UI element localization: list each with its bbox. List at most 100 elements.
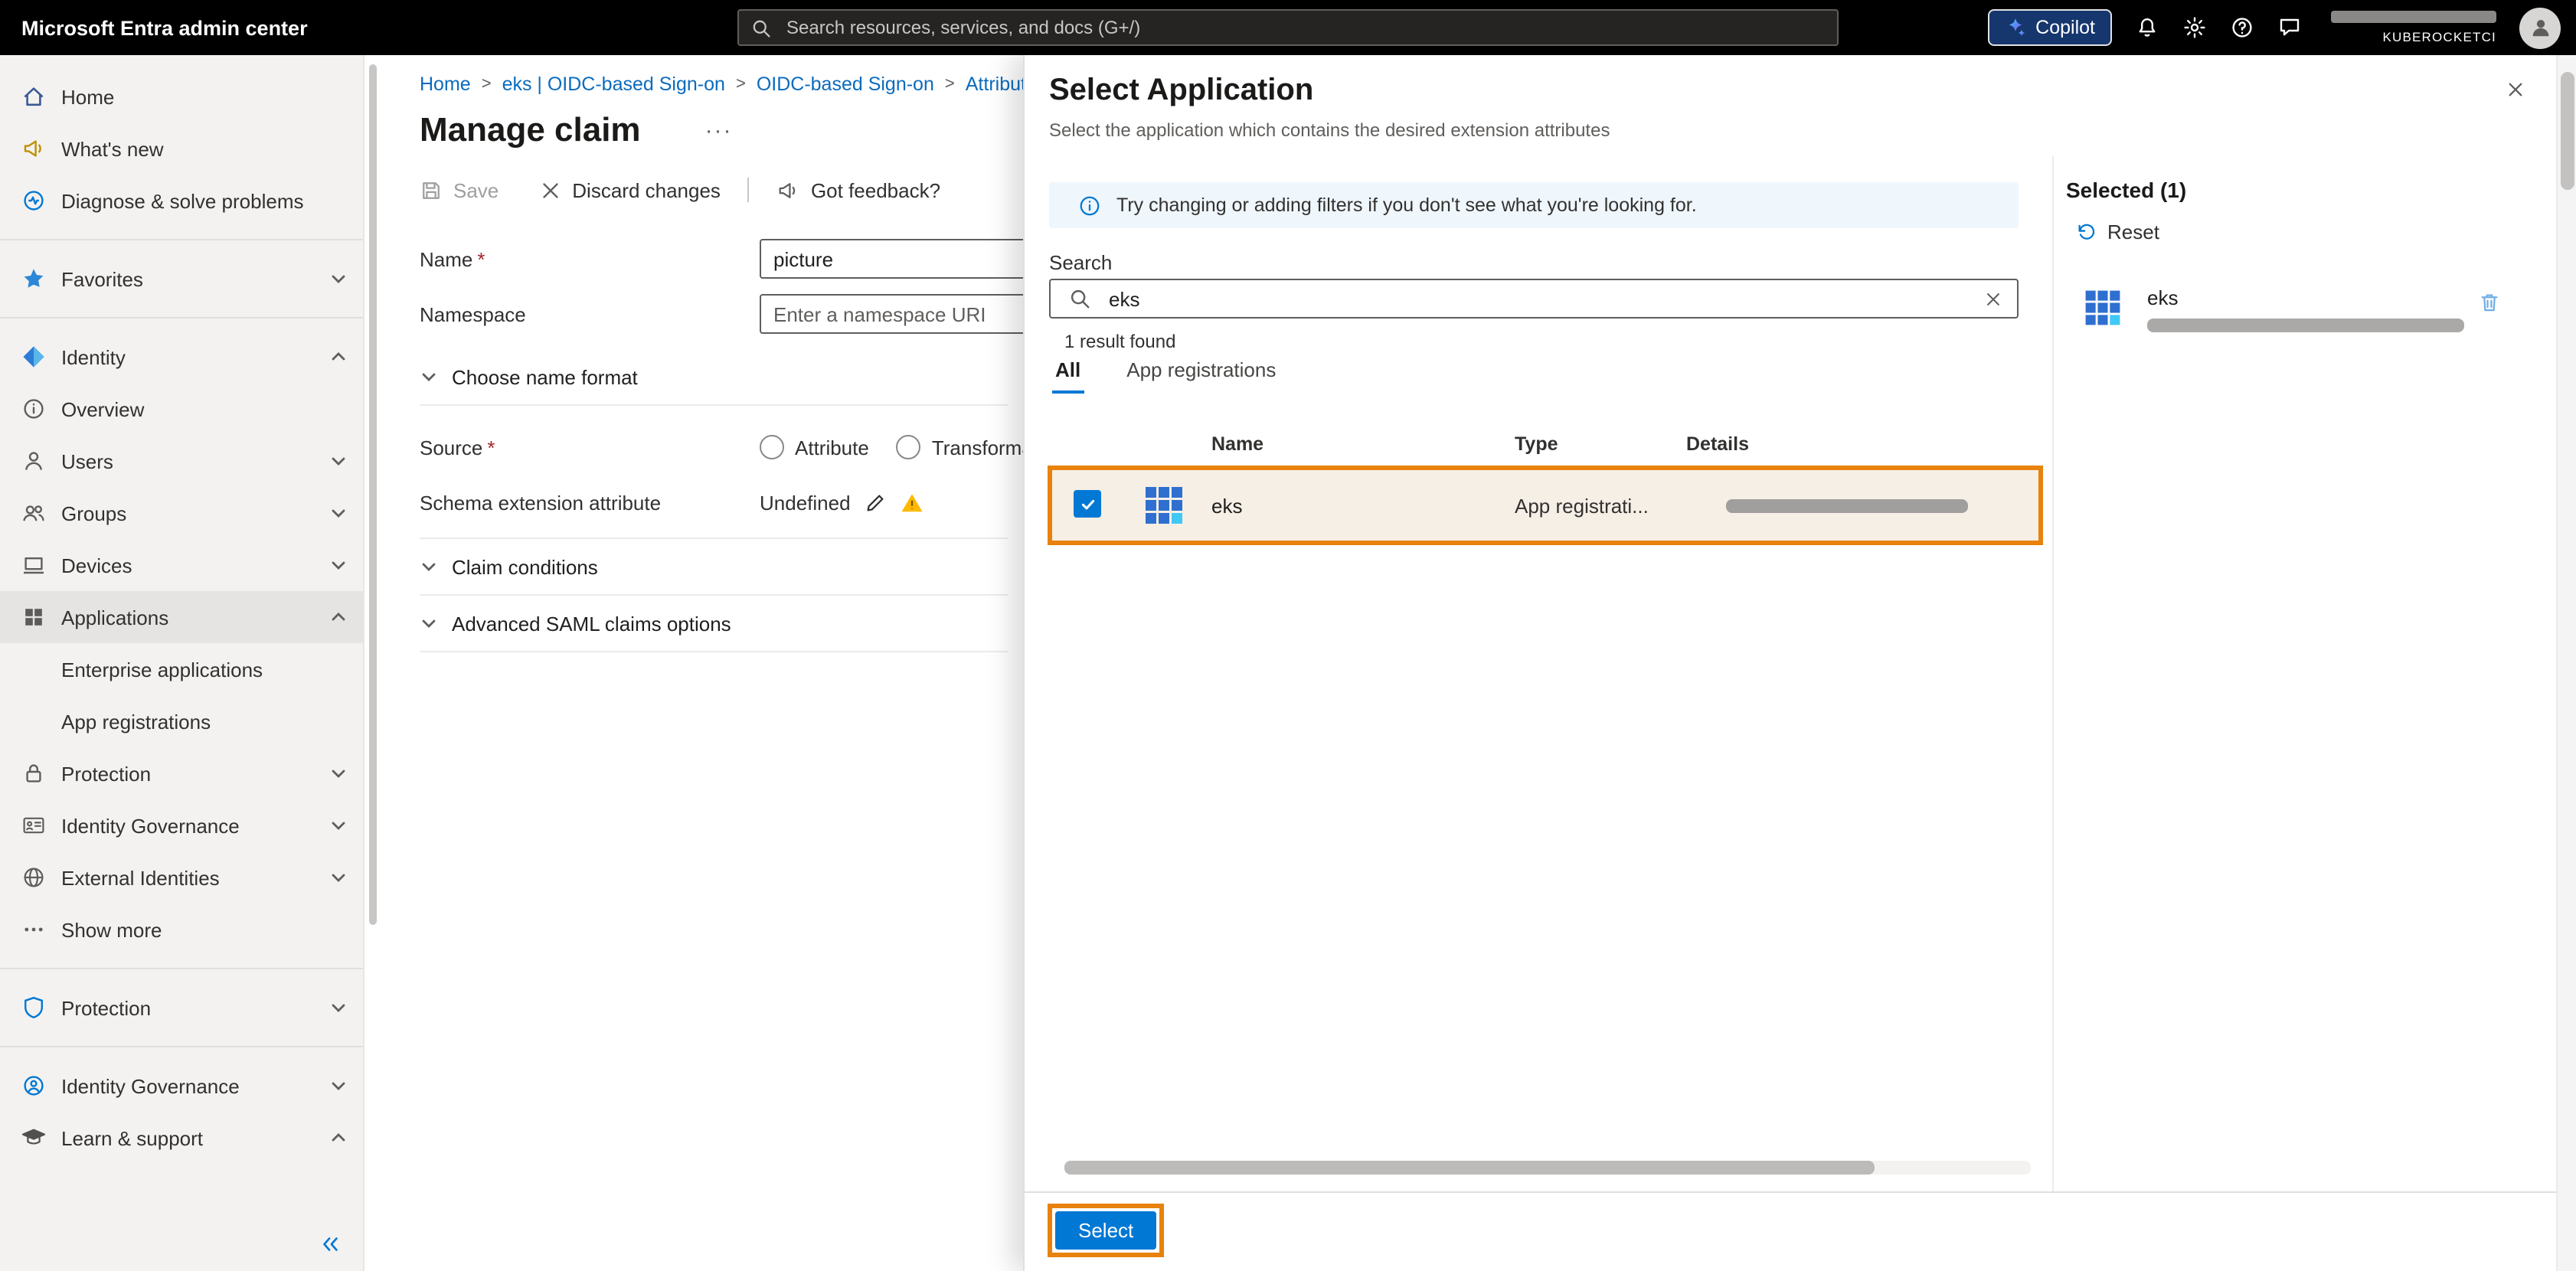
sidebar-item-label: Overview [61,397,145,420]
chevron-down-icon [329,452,348,470]
sidebar-item-devices[interactable]: Devices [0,539,363,591]
page-scrollbar[interactable] [2556,55,2576,1271]
divider [0,968,363,969]
app-title[interactable]: Microsoft Entra admin center [21,0,308,55]
select-button[interactable]: Select [1055,1211,1157,1250]
table-row[interactable]: eks App registrati... [1052,470,2038,541]
bell-icon [2139,18,2156,37]
chevron-up-icon [329,608,348,626]
more-dots-icon [21,917,46,942]
clear-search-button[interactable] [1970,290,2017,307]
notifications-button[interactable] [2135,15,2159,40]
breadcrumb-separator: > [735,75,746,93]
settings-button[interactable] [2182,15,2207,40]
sidebar-item-whats-new[interactable]: What's new [0,123,363,175]
identity-icon [21,345,46,369]
dismiss-icon [542,182,557,198]
choose-name-format-section[interactable]: Choose name format [420,349,1008,404]
chevron-down-icon [422,563,436,571]
sidebar-item-applications[interactable]: Applications [0,591,363,643]
tab-all[interactable]: All [1052,358,1084,394]
sidebar-item-learn-support[interactable]: Learn & support [0,1112,363,1164]
table-header: Name Type Details [1049,433,2045,461]
advanced-saml-options-section[interactable]: Advanced SAML claims options [420,596,1008,651]
edit-pencil-icon[interactable] [865,491,888,514]
sidebar-item-protection-2[interactable]: Protection [0,982,363,1034]
result-count: 1 result found [1064,331,1176,352]
app-icon [2081,286,2124,329]
scrollbar-thumb[interactable] [369,64,377,925]
sidebar-item-groups[interactable]: Groups [0,487,363,539]
sidebar-item-home[interactable]: Home [0,70,363,123]
sidebar-item-protection[interactable]: Protection [0,747,363,799]
column-header-type: Type [1515,433,1558,455]
application-search-box[interactable] [1049,279,2019,319]
sidebar-item-diagnose[interactable]: Diagnose & solve problems [0,175,363,227]
more-options-button[interactable]: ··· [705,117,733,143]
sidebar-item-external-identities[interactable]: External Identities [0,851,363,903]
copilot-button[interactable]: Copilot [1988,9,2112,46]
close-panel-button[interactable] [2502,77,2529,103]
divider [420,651,1008,652]
sidebar-item-label: Devices [61,554,132,577]
sidebar-item-identity-governance[interactable]: Identity Governance [0,799,363,851]
chevron-down-icon [329,1077,348,1095]
highlight-annotation: Select [1048,1204,1165,1257]
horizontal-scrollbar[interactable] [1064,1161,2031,1175]
id-card-icon [21,813,46,838]
sidebar-item-favorites[interactable]: Favorites [0,253,363,305]
row-checkbox[interactable] [1074,490,1101,518]
sidebar-item-app-registrations[interactable]: App registrations [0,695,363,747]
breadcrumb-eks-oidc[interactable]: eks | OIDC-based Sign-on [502,74,725,95]
globe-icon [21,865,46,890]
chevron-up-icon [329,348,348,366]
warning-icon [902,493,924,511]
save-button[interactable]: Save [420,178,499,201]
breadcrumb-oidc-signon[interactable]: OIDC-based Sign-on [757,74,934,95]
scrollbar-thumb[interactable] [1064,1161,1875,1175]
account-tenant-name: KUBEROCKETCI [2382,29,2496,44]
feedback-button[interactable] [2277,15,2302,40]
schema-extension-label: Schema extension attribute [420,491,662,514]
discard-label: Discard changes [572,178,721,201]
sidebar-item-identity[interactable]: Identity [0,331,363,383]
breadcrumb-home[interactable]: Home [420,74,471,95]
sidebar-item-label: Identity Governance [61,814,240,837]
column-header-details: Details [1686,433,1749,455]
divider [420,404,1008,406]
application-search-input[interactable] [1106,286,1970,312]
panel-footer: Select [1025,1191,2556,1271]
claim-conditions-section[interactable]: Claim conditions [420,539,1008,594]
divider [0,239,363,240]
divider [0,317,363,319]
avatar[interactable] [2519,7,2561,48]
sidebar-item-show-more[interactable]: Show more [0,903,363,956]
sidebar-scrollbar[interactable] [369,64,377,925]
save-icon [423,181,440,198]
chevron-down-icon [329,868,348,887]
scrollbar-thumb[interactable] [2561,72,2574,190]
remove-selected-button[interactable] [2478,291,2501,314]
sidebar-item-users[interactable]: Users [0,435,363,487]
global-search-input[interactable] [783,15,1825,40]
help-button[interactable] [2230,15,2254,40]
account-info[interactable]: KUBEROCKETCI [2331,11,2496,44]
sidebar-item-overview[interactable]: Overview [0,383,363,435]
whats-new-icon [21,136,46,161]
row-details-redacted [1726,499,1968,513]
sidebar-collapse-button[interactable] [315,1230,345,1259]
sidebar-item-identity-governance-2[interactable]: Identity Governance [0,1060,363,1112]
got-feedback-button[interactable]: Got feedback? [777,178,940,201]
sidebar-item-enterprise-applications[interactable]: Enterprise applications [0,643,363,695]
tab-app-registrations[interactable]: App registrations [1123,358,1279,394]
source-attribute-label: Attribute [795,436,869,459]
chevron-down-icon [329,998,348,1017]
reset-button[interactable]: Reset [2075,221,2533,243]
account-redacted-text [2331,11,2496,23]
graduation-cap-icon [21,1126,46,1150]
global-search[interactable] [737,9,1839,46]
discard-changes-button[interactable]: Discard changes [538,178,721,201]
source-attribute-radio[interactable] [760,435,784,459]
help-icon [2232,18,2252,38]
source-transformation-radio[interactable] [896,435,921,459]
